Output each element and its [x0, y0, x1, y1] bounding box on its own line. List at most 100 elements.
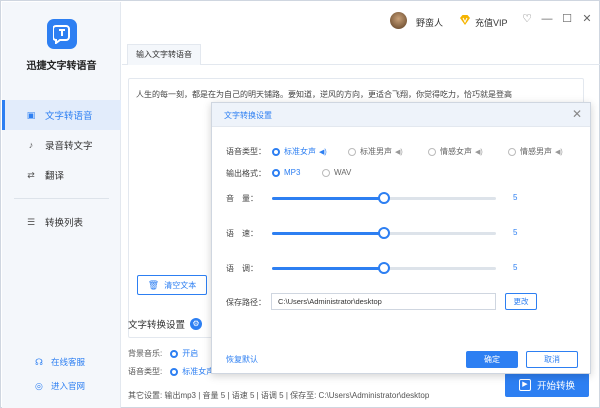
- format-option-label: WAV: [334, 168, 352, 177]
- sidebar-item-conversion-list[interactable]: ☰ 转换列表: [2, 207, 121, 237]
- clear-text-button[interactable]: 🗑 清空文本: [137, 275, 207, 295]
- radio-button[interactable]: [508, 147, 516, 156]
- format-option-mp3[interactable]: MP3: [272, 168, 300, 177]
- restore-defaults-link[interactable]: 恢复默认: [226, 354, 258, 365]
- change-path-button[interactable]: 更改: [505, 293, 537, 310]
- slider-handle[interactable]: [378, 227, 390, 239]
- app-window: 迅捷文字转语音 ▣ 文字转语音 ♪ 录音转文字 ⇄ 翻译 ☰ 转换列表 ☊ 在线…: [0, 0, 600, 408]
- speaker-icon[interactable]: ◀): [319, 148, 327, 156]
- cancel-button[interactable]: 取消: [526, 351, 578, 368]
- voice-option-emotional-male[interactable]: 情感男声 ◀): [508, 146, 563, 157]
- voice-option-label: 标准男声: [360, 147, 392, 156]
- settings-heading: 文字转换设置 ⚙: [128, 317, 203, 331]
- recharge-vip-link[interactable]: 充值VIP: [475, 16, 508, 29]
- speed-label: 语 速：: [226, 229, 258, 238]
- confirm-button[interactable]: 确定: [466, 351, 518, 368]
- radio-button[interactable]: [428, 147, 436, 156]
- online-support-link[interactable]: ☊ 在线客服: [35, 356, 85, 368]
- translate-icon: ⇄: [27, 169, 35, 180]
- bg-music-value[interactable]: 开启: [182, 348, 198, 359]
- speaker-icon[interactable]: ◀): [475, 148, 483, 156]
- sidebar-item-label: 转换列表: [45, 218, 84, 229]
- gear-icon[interactable]: ⚙: [190, 318, 203, 330]
- voice-option-label: 情感男声: [520, 147, 552, 156]
- voice-type-value[interactable]: 标准女声: [182, 366, 214, 377]
- maximize-button[interactable]: ☐: [560, 12, 574, 26]
- tab-bar: 输入文字转语音: [122, 38, 600, 65]
- sidebar-item-label: 文字转语音: [45, 111, 93, 122]
- output-format-label: 输出格式：: [226, 169, 266, 178]
- background-music-row: 背景音乐: 开启: [128, 348, 198, 359]
- radio-button[interactable]: [272, 168, 280, 177]
- save-path-input[interactable]: C:\Users\Administrator\desktop: [271, 293, 496, 310]
- dialog-title: 文字转换设置: [224, 111, 272, 120]
- slider-fill: [272, 232, 384, 235]
- voice-option-standard-female[interactable]: 标准女声 ◀): [272, 146, 327, 157]
- speaker-icon[interactable]: ◀): [555, 148, 563, 156]
- slider-handle[interactable]: [378, 192, 390, 204]
- skin-icon[interactable]: ♡: [520, 12, 534, 26]
- voice-type-label: 语音类型:: [128, 367, 163, 376]
- trash-icon: 🗑: [147, 279, 160, 290]
- microphone-icon: ♪: [28, 140, 34, 150]
- app-logo-icon: [47, 19, 77, 49]
- start-conversion-label: 开始转换: [536, 381, 575, 392]
- speed-slider[interactable]: [272, 227, 496, 239]
- volume-label: 音 量：: [226, 194, 258, 203]
- voice-type-radio[interactable]: [170, 367, 179, 376]
- sidebar: 迅捷文字转语音 ▣ 文字转语音 ♪ 录音转文字 ⇄ 翻译 ☰ 转换列表 ☊ 在线…: [2, 2, 121, 408]
- sidebar-item-text-to-speech[interactable]: ▣ 文字转语音: [2, 100, 121, 130]
- voice-option-emotional-female[interactable]: 情感女声 ◀): [428, 146, 483, 157]
- voice-option-standard-male[interactable]: 标准男声 ◀): [348, 146, 403, 157]
- avatar[interactable]: [390, 12, 407, 29]
- bg-music-radio[interactable]: [170, 349, 179, 358]
- online-support-label: 在线客服: [51, 357, 86, 367]
- pitch-label: 语 调：: [226, 264, 258, 273]
- slider-fill: [272, 267, 384, 270]
- list-icon: ☰: [26, 216, 36, 227]
- volume-slider[interactable]: [272, 192, 496, 204]
- editor-text[interactable]: 人生的每一刻，都是在为自己的明天铺路。要知道，逆风的方向，更适合飞翔，你觉得吃力…: [136, 89, 512, 100]
- slider-fill: [272, 197, 384, 200]
- sidebar-item-speech-to-text[interactable]: ♪ 录音转文字: [2, 130, 121, 160]
- format-option-wav[interactable]: WAV: [322, 168, 351, 177]
- sidebar-item-label: 翻译: [45, 171, 65, 182]
- play-icon: ▶: [518, 379, 531, 391]
- conversion-settings-dialog: 文字转换设置 ✕ 语音类型： 标准女声 ◀) 标准男声 ◀) 情感女声 ◀) 情…: [211, 102, 591, 374]
- radio-button[interactable]: [348, 147, 356, 156]
- app-name: 迅捷文字转语音: [26, 61, 97, 72]
- username[interactable]: 野蛮人: [416, 16, 443, 29]
- minimize-button[interactable]: —: [540, 12, 554, 26]
- sidebar-item-translate[interactable]: ⇄ 翻译: [2, 160, 121, 190]
- speed-value: 5: [513, 228, 518, 237]
- settings-title: 文字转换设置: [128, 320, 186, 331]
- speaker-icon[interactable]: ◀): [395, 148, 403, 156]
- text-to-speech-icon: ▣: [26, 109, 36, 120]
- clear-text-label: 清空文本: [164, 280, 197, 290]
- sidebar-item-label: 录音转文字: [45, 141, 93, 152]
- close-button[interactable]: ✕: [580, 12, 594, 26]
- official-site-link[interactable]: ◎ 进入官网: [35, 380, 85, 392]
- pitch-value: 5: [513, 263, 518, 272]
- radio-button[interactable]: [322, 168, 330, 177]
- dialog-close-icon[interactable]: ✕: [572, 107, 582, 121]
- volume-value: 5: [513, 193, 518, 202]
- voice-type-label: 语音类型：: [226, 147, 266, 156]
- radio-button[interactable]: [272, 147, 280, 156]
- vip-diamond-icon: [460, 15, 470, 25]
- voice-option-label: 情感女声: [440, 147, 472, 156]
- dialog-header: 文字转换设置 ✕: [212, 103, 590, 127]
- globe-icon: ◎: [35, 381, 43, 391]
- sidebar-divider: [14, 198, 109, 199]
- official-site-label: 进入官网: [51, 381, 86, 391]
- title-bar: 野蛮人 充值VIP ♡ — ☐ ✕: [122, 2, 600, 38]
- sidebar-nav: ▣ 文字转语音 ♪ 录音转文字 ⇄ 翻译 ☰ 转换列表: [2, 100, 121, 237]
- pitch-slider[interactable]: [272, 262, 496, 274]
- slider-handle[interactable]: [378, 262, 390, 274]
- voice-type-row: 语音类型: 标准女声: [128, 366, 214, 377]
- save-path-label: 保存路径：: [226, 298, 266, 307]
- voice-option-label: 标准女声: [284, 147, 316, 156]
- start-conversion-button[interactable]: ▶ 开始转换: [505, 373, 589, 397]
- tab-input-text[interactable]: 输入文字转语音: [127, 44, 201, 65]
- headset-icon: ☊: [35, 357, 43, 367]
